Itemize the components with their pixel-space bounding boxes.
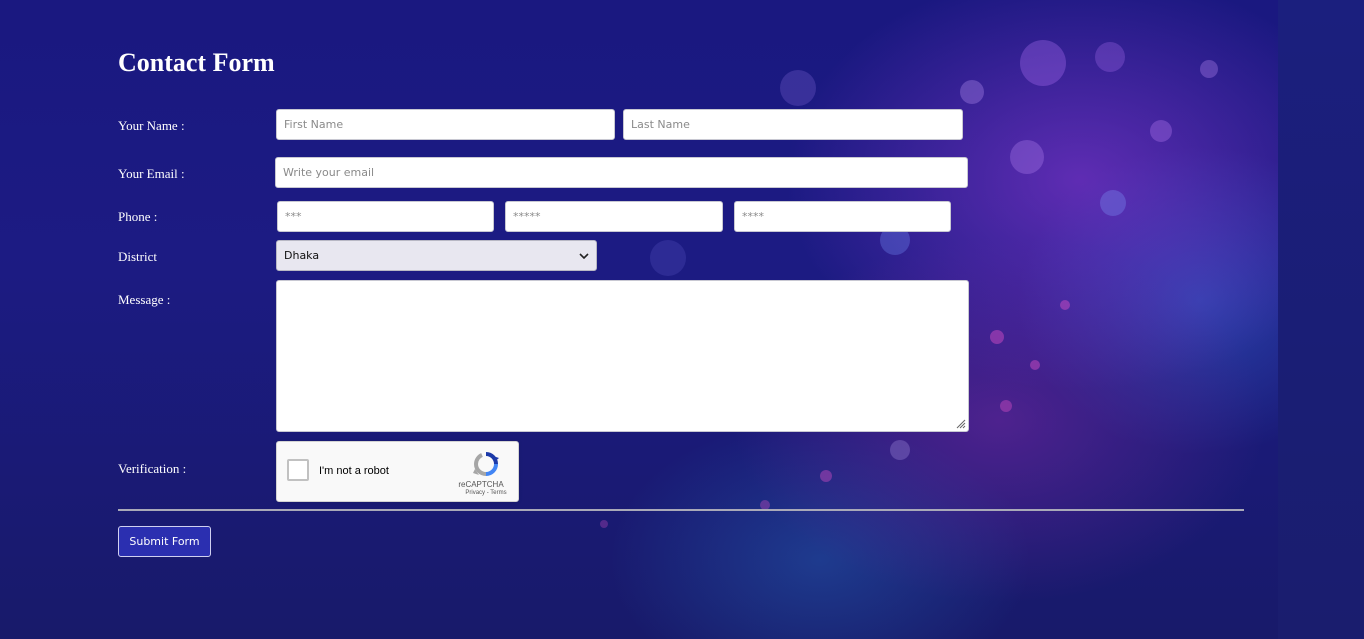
first-name-input[interactable]	[276, 109, 615, 140]
message-label: Message :	[118, 292, 171, 307]
resize-handle-icon[interactable]	[954, 417, 966, 429]
form-divider	[118, 509, 1244, 511]
last-name-input[interactable]	[623, 109, 963, 140]
message-textarea[interactable]	[276, 280, 969, 432]
phone-label: Phone :	[118, 209, 158, 224]
recaptcha-checkbox[interactable]	[287, 459, 309, 481]
phone-part2-input[interactable]	[505, 201, 723, 232]
recaptcha-checkbox-label: I'm not a robot	[319, 465, 389, 477]
email-label: Your Email :	[118, 166, 185, 181]
district-select[interactable]: Dhaka	[276, 240, 597, 271]
email-input[interactable]	[275, 157, 968, 188]
background-side-panel	[1278, 0, 1364, 639]
district-label: District	[118, 249, 157, 264]
recaptcha-widget: I'm not a robot reCAPTCHA Privacy - Term…	[276, 441, 519, 502]
phone-part1-input[interactable]	[277, 201, 494, 232]
phone-part3-input[interactable]	[734, 201, 951, 232]
chevron-down-icon	[579, 252, 589, 259]
name-label: Your Name :	[118, 118, 185, 133]
recaptcha-brand-text: reCAPTCHA	[458, 480, 504, 489]
district-selected-value: Dhaka	[284, 249, 320, 262]
page-title: Contact Form	[118, 48, 275, 77]
recaptcha-logo-icon	[473, 452, 499, 476]
submit-form-button[interactable]: Submit Form	[118, 526, 211, 557]
recaptcha-privacy-terms-link[interactable]: Privacy - Terms	[447, 490, 525, 496]
verification-label: Verification :	[118, 461, 187, 476]
